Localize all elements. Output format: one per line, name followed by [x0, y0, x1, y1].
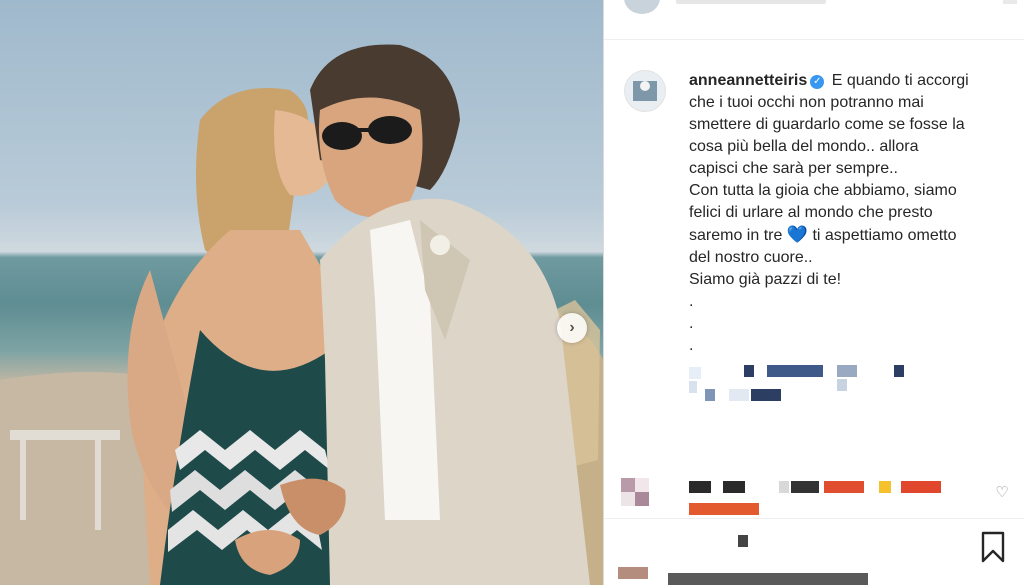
carousel-next-button[interactable]: ›: [557, 313, 587, 343]
bookmark-icon[interactable]: [978, 531, 1008, 563]
caption-line: cosa più bella del mondo.. allora: [689, 138, 919, 155]
caption-line: .: [689, 293, 694, 310]
caption-line: che i tuoi occhi non potranno mai: [689, 94, 924, 111]
post-side-panel: anneannetteiris ✓ E quando ti accorgi che…: [603, 0, 1024, 585]
caption-line: capisci che sarà per sempre..: [689, 160, 898, 177]
divider: [604, 518, 1024, 519]
caption-line: saremo in tre: [689, 227, 783, 244]
post-caption: anneannetteiris ✓ E quando ti accorgi che…: [689, 70, 1009, 357]
post-photo[interactable]: ›: [0, 0, 603, 585]
caption-avatar[interactable]: [624, 70, 666, 112]
heart-outline-icon[interactable]: ♡: [993, 484, 1011, 502]
caption-line: del nostro cuore..: [689, 249, 813, 266]
post-header: [604, 0, 1024, 40]
bottom-blurred-row: [618, 535, 948, 585]
caption-line: felici di urlare al mondo che presto: [689, 204, 933, 221]
blue-heart-icon: 💙: [786, 225, 808, 244]
caption-line: Siamo già pazzi di te!: [689, 271, 842, 288]
verified-badge-icon: ✓: [810, 75, 825, 89]
comment-avatar[interactable]: [621, 478, 649, 506]
caption-username[interactable]: anneannetteiris: [689, 72, 807, 89]
more-options-icon[interactable]: [1003, 0, 1017, 4]
blurred-comment: [689, 481, 959, 517]
blurred-hashtags: [689, 365, 929, 405]
photo-illustration: [0, 44, 603, 585]
caption-line: .: [689, 315, 694, 332]
avatar[interactable]: [624, 0, 660, 14]
caption-line: smettere di guardarlo come se fosse la: [689, 116, 965, 133]
caption-line: Con tutta la gioia che abbiamo, siamo: [689, 182, 957, 199]
caption-line: .: [689, 337, 694, 354]
chevron-right-icon: ›: [569, 319, 575, 336]
caption-line: E quando ti accorgi: [831, 72, 969, 89]
header-username-blurred[interactable]: [676, 0, 826, 4]
caption-line: ti aspettiamo ometto: [812, 227, 957, 244]
